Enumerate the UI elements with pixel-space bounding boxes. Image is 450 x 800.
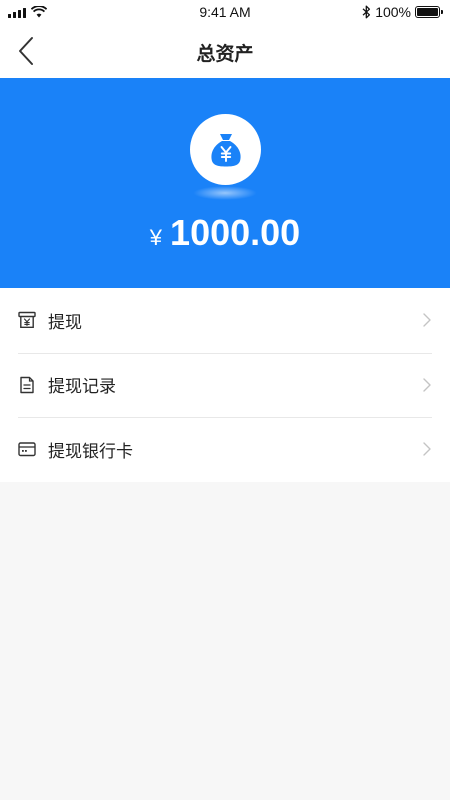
money-bag-badge xyxy=(190,114,261,185)
menu-item-label: 提现记录 xyxy=(48,377,116,398)
menu-item-withdraw-records[interactable]: 提现记录 xyxy=(0,352,450,418)
menu-item-withdraw-bank-card[interactable]: 提现银行卡 xyxy=(0,417,450,482)
currency-symbol: ¥ xyxy=(149,225,163,250)
balance-amount-row: ¥ 1000.00 xyxy=(0,212,450,254)
bank-card-icon xyxy=(18,440,36,458)
withdraw-icon xyxy=(18,311,36,329)
chevron-right-icon xyxy=(423,313,431,327)
status-bar: 9:41 AM 100% xyxy=(0,0,450,24)
menu-item-withdraw[interactable]: 提现 xyxy=(0,288,450,353)
menu-item-label: 提现银行卡 xyxy=(48,441,133,462)
menu-list: 提现 提现记录 提现银行卡 xyxy=(0,288,450,482)
status-right: 100% xyxy=(362,4,443,20)
icon-glow xyxy=(193,186,257,200)
chevron-right-icon xyxy=(423,442,431,456)
chevron-right-icon xyxy=(423,377,431,392)
money-bag-icon xyxy=(210,133,241,166)
balance-card: ¥ 1000.00 xyxy=(0,78,450,288)
bluetooth-icon xyxy=(362,5,371,19)
balance-amount: 1000.00 xyxy=(170,212,301,253)
page-title: 总资产 xyxy=(196,43,254,65)
document-icon xyxy=(18,376,36,394)
battery-percent: 100% xyxy=(375,4,411,20)
nav-bar: 总资产 xyxy=(0,24,450,78)
menu-item-label: 提现 xyxy=(48,312,82,333)
battery-icon xyxy=(415,6,443,18)
